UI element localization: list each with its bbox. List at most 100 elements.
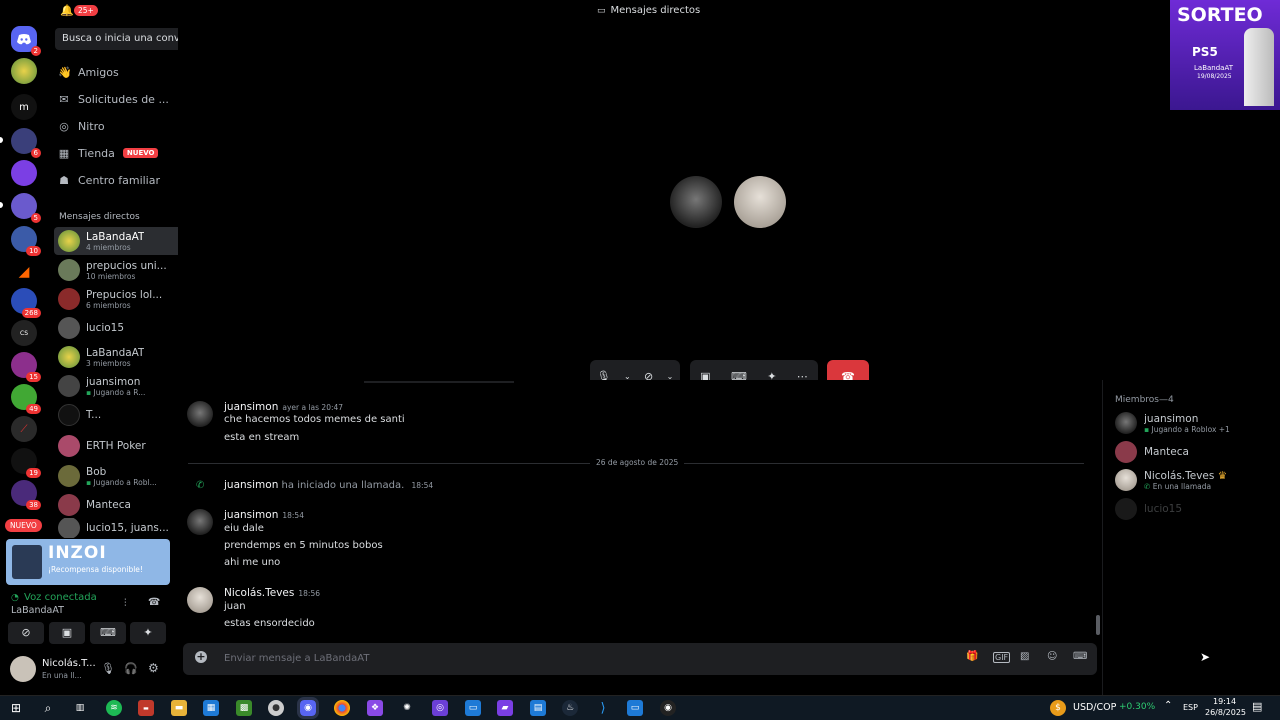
server-m[interactable]: m (11, 94, 37, 120)
shop-icon: ▦ (58, 146, 70, 160)
apps-icon[interactable]: ⌨ (1073, 651, 1087, 662)
new-badge: NUEVO (5, 519, 42, 532)
app-icon[interactable]: ❖ (367, 700, 383, 716)
server-icon[interactable]: CS (11, 320, 37, 346)
app-icon[interactable]: ▭ (465, 700, 481, 716)
app-icon[interactable]: ◉ (660, 700, 676, 716)
sticker-icon[interactable]: ▨ (1020, 651, 1029, 662)
discord-home-icon[interactable]: 2 (11, 26, 41, 56)
spotify-icon[interactable]: ≋ (106, 700, 122, 716)
app-icon[interactable]: ◎ (432, 700, 448, 716)
participant-avatar[interactable] (670, 176, 722, 228)
user-avatar[interactable] (10, 656, 36, 682)
server-icon[interactable]: 268 (11, 288, 41, 318)
chrome-icon[interactable] (334, 700, 350, 716)
phone-icon: ✆ (1144, 481, 1151, 491)
group-avatar (58, 346, 80, 368)
user-avatar (1115, 441, 1137, 463)
member-item[interactable]: Manteca (1115, 441, 1275, 463)
dm-icon: ▭ (597, 5, 606, 16)
voice-camera-button[interactable]: ⊘ (8, 622, 44, 644)
app-icon[interactable]: ✺ (399, 700, 415, 716)
bell-icon[interactable]: 🔔 (60, 4, 74, 17)
nitro-icon: ◎ (59, 119, 69, 133)
server-icon[interactable]: ◢ (11, 259, 37, 285)
promo-card[interactable]: INZOI ¡Recompensa disponible! (6, 539, 170, 585)
server-icon[interactable]: 15 (11, 352, 41, 382)
member-item[interactable]: juansimon ▪ Jugando a Roblox +1 (1115, 412, 1275, 434)
add-attachment-icon[interactable]: + (195, 651, 207, 663)
voice-soundboard-button[interactable]: ✦ (130, 622, 166, 644)
app-icon[interactable]: ● (268, 700, 284, 716)
gamepad-icon: ▪ (86, 477, 92, 487)
console-image (1244, 28, 1274, 106)
gear-icon[interactable]: ⚙ (148, 661, 159, 675)
vscode-icon[interactable]: ⟩ (595, 700, 611, 716)
headphones-icon[interactable]: 🎧 (124, 662, 138, 675)
search-icon[interactable]: ⌕ (40, 700, 56, 716)
member-item[interactable]: Nicolás.Teves ♛ ✆ En una llamada (1115, 469, 1275, 491)
participant-avatar[interactable] (734, 176, 786, 228)
user-avatar[interactable] (187, 401, 213, 427)
task-view-icon[interactable]: ▥ (72, 700, 88, 716)
unread-dot (0, 137, 3, 143)
user-avatar (58, 494, 80, 516)
voice-screenshare-button[interactable]: ▣ (49, 622, 85, 644)
windows-start-icon[interactable]: ⊞ (8, 700, 24, 716)
currency-icon: $ (1050, 700, 1066, 716)
app-icon[interactable]: ▰ (497, 700, 513, 716)
folder-icon[interactable]: ▬ (171, 700, 187, 716)
server-icon[interactable]: 38 (11, 480, 41, 510)
voice-panel: ◔ Voz conectada LaBandaAT ⫶ ☎ ⊘ ▣ ⌨ ✦ (6, 588, 170, 648)
disconnect-icon[interactable]: ☎ (148, 597, 160, 608)
crown-icon: ♛ (1217, 469, 1228, 482)
server-icon[interactable]: 19 (11, 448, 41, 478)
server-icon[interactable]: 6 (11, 128, 41, 158)
user-avatar (58, 404, 80, 426)
app-icon[interactable]: ▭ (627, 700, 643, 716)
taskbar: ⊞ ⌕ ▥ ≋ ▬ ▬ ▦ ▩ ● ◉ ❖ ✺ ◎ ▭ ▰ ▤ ♨ ⟩ ▭ ◉ … (0, 695, 1280, 720)
server-icon[interactable]: 5 (11, 193, 41, 223)
member-item[interactable]: lucio15 (1115, 498, 1275, 520)
user-avatar (58, 465, 80, 487)
phone-icon: ✆ (196, 480, 205, 491)
discord-taskbar-icon[interactable]: ◉ (297, 697, 319, 719)
app-icon[interactable]: ▬ (138, 700, 154, 716)
server-icon[interactable]: ⟋ (11, 416, 37, 442)
gift-icon[interactable]: 🎁 (966, 651, 978, 662)
store-icon[interactable]: ▦ (203, 700, 219, 716)
user-avatar (58, 435, 80, 457)
user-avatar[interactable] (187, 509, 213, 535)
server-icon[interactable]: 5 (11, 160, 37, 186)
server-icon[interactable] (11, 58, 37, 84)
message-composer: + Enviar mensaje a LaBandaAT 🎁 GIF ▨ ☺ ⌨ (183, 643, 1097, 675)
user-avatar (1115, 498, 1137, 520)
member-list: Miembros—4 juansimon ▪ Jugando a Roblox +… (1102, 380, 1280, 695)
mail-icon: ✉ (59, 92, 69, 106)
user-avatar (58, 375, 80, 397)
unread-dot (0, 202, 3, 208)
message-input[interactable]: Enviar mensaje a LaBandaAT (224, 653, 369, 664)
voice-activity-button[interactable]: ⌨ (90, 622, 126, 644)
scroll-edge (364, 381, 514, 383)
group-avatar (58, 259, 80, 281)
group-avatar (58, 230, 80, 252)
server-icon[interactable]: 10 (11, 226, 41, 256)
noise-suppression-icon[interactable]: ⫶ (124, 598, 127, 609)
family-icon: ☗ (59, 173, 69, 187)
emoji-icon[interactable]: ☺ (1047, 651, 1057, 662)
app-icon[interactable]: ▤ (530, 700, 546, 716)
discord-logo-icon (17, 33, 31, 44)
server-icon[interactable]: 49 (11, 384, 41, 414)
user-avatar (58, 317, 80, 339)
minecraft-icon[interactable]: ▩ (236, 700, 252, 716)
steam-icon[interactable]: ♨ (562, 700, 578, 716)
gif-icon[interactable]: GIF (993, 652, 1011, 663)
chevron-up-icon[interactable]: ⌃ (1164, 700, 1172, 711)
group-avatar (58, 288, 80, 310)
microphone-icon[interactable]: 🎙 (101, 662, 115, 675)
notification-icon[interactable]: ▤ (1252, 700, 1262, 713)
chat-scrollbar[interactable] (1096, 615, 1100, 635)
user-avatar[interactable] (187, 587, 213, 613)
title-bar: 🔔 25+ ▭ Mensajes directos (0, 0, 1280, 22)
